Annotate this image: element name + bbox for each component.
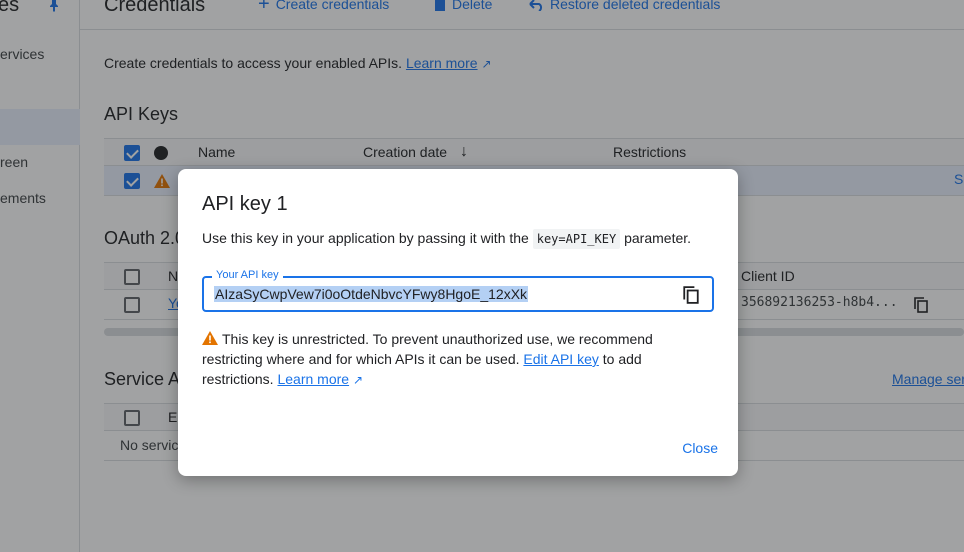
warning-icon [202,331,218,345]
learn-more-link[interactable]: Learn more [277,371,349,387]
api-key-field-label: Your API key [212,269,283,281]
api-key-field[interactable]: Your API key AIzaSyCwpVew7i0oOtdeNbvcYFw… [202,269,714,312]
api-key-value[interactable]: AIzaSyCwpVew7i0oOtdeNbvcYFwy8HgoE_12xXk [214,286,529,302]
unrestricted-warning: This key is unrestricted. To prevent una… [202,331,653,387]
key-param-code: key=API_KEY [532,229,621,249]
dialog-title: API key 1 [202,193,288,215]
external-link-icon: ↗ [352,373,364,387]
api-key-dialog: API key 1 Use this key in your applicati… [178,169,738,476]
dialog-description: Use this key in your application by pass… [202,229,691,249]
edit-api-key-link[interactable]: Edit API key [523,351,598,367]
copy-icon[interactable] [682,286,700,304]
close-button[interactable]: Close [682,438,718,458]
